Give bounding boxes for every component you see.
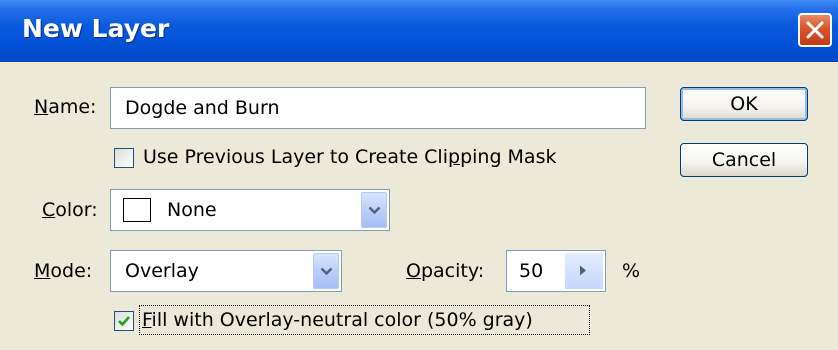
new-layer-dialog: New Layer Name: Dogde and Burn OK Cancel… — [0, 0, 838, 350]
color-select[interactable]: None — [110, 189, 390, 231]
clipping-mask-label: Use Previous Layer to Create Clipping Ma… — [143, 146, 557, 168]
opacity-input[interactable]: 50 — [506, 250, 606, 292]
name-input[interactable]: Dogde and Burn — [110, 87, 646, 129]
opacity-unit: % — [622, 260, 641, 282]
close-button[interactable] — [798, 13, 832, 47]
mode-value: Overlay — [125, 260, 199, 282]
color-swatch — [123, 198, 151, 222]
mode-label: Mode: — [34, 260, 93, 282]
clipping-mask-checkbox[interactable] — [114, 148, 134, 168]
color-value: None — [167, 199, 217, 221]
title-bar[interactable]: New Layer — [0, 0, 838, 62]
color-label: Color: — [42, 199, 98, 221]
ok-button[interactable]: OK — [680, 87, 808, 121]
mode-select[interactable]: Overlay — [110, 250, 342, 292]
name-label: Name: — [34, 96, 97, 118]
fill-neutral-label: Fill with Overlay-neutral color (50% gra… — [142, 309, 533, 331]
mode-dropdown-button[interactable] — [313, 253, 339, 289]
opacity-label: Opacity: — [406, 260, 485, 282]
cancel-button[interactable]: Cancel — [680, 143, 808, 177]
dialog-title: New Layer — [22, 14, 170, 43]
opacity-slider-button[interactable] — [565, 253, 603, 289]
color-dropdown-button[interactable] — [361, 192, 387, 228]
opacity-value: 50 — [519, 260, 544, 282]
fill-neutral-checkbox[interactable] — [114, 311, 134, 331]
